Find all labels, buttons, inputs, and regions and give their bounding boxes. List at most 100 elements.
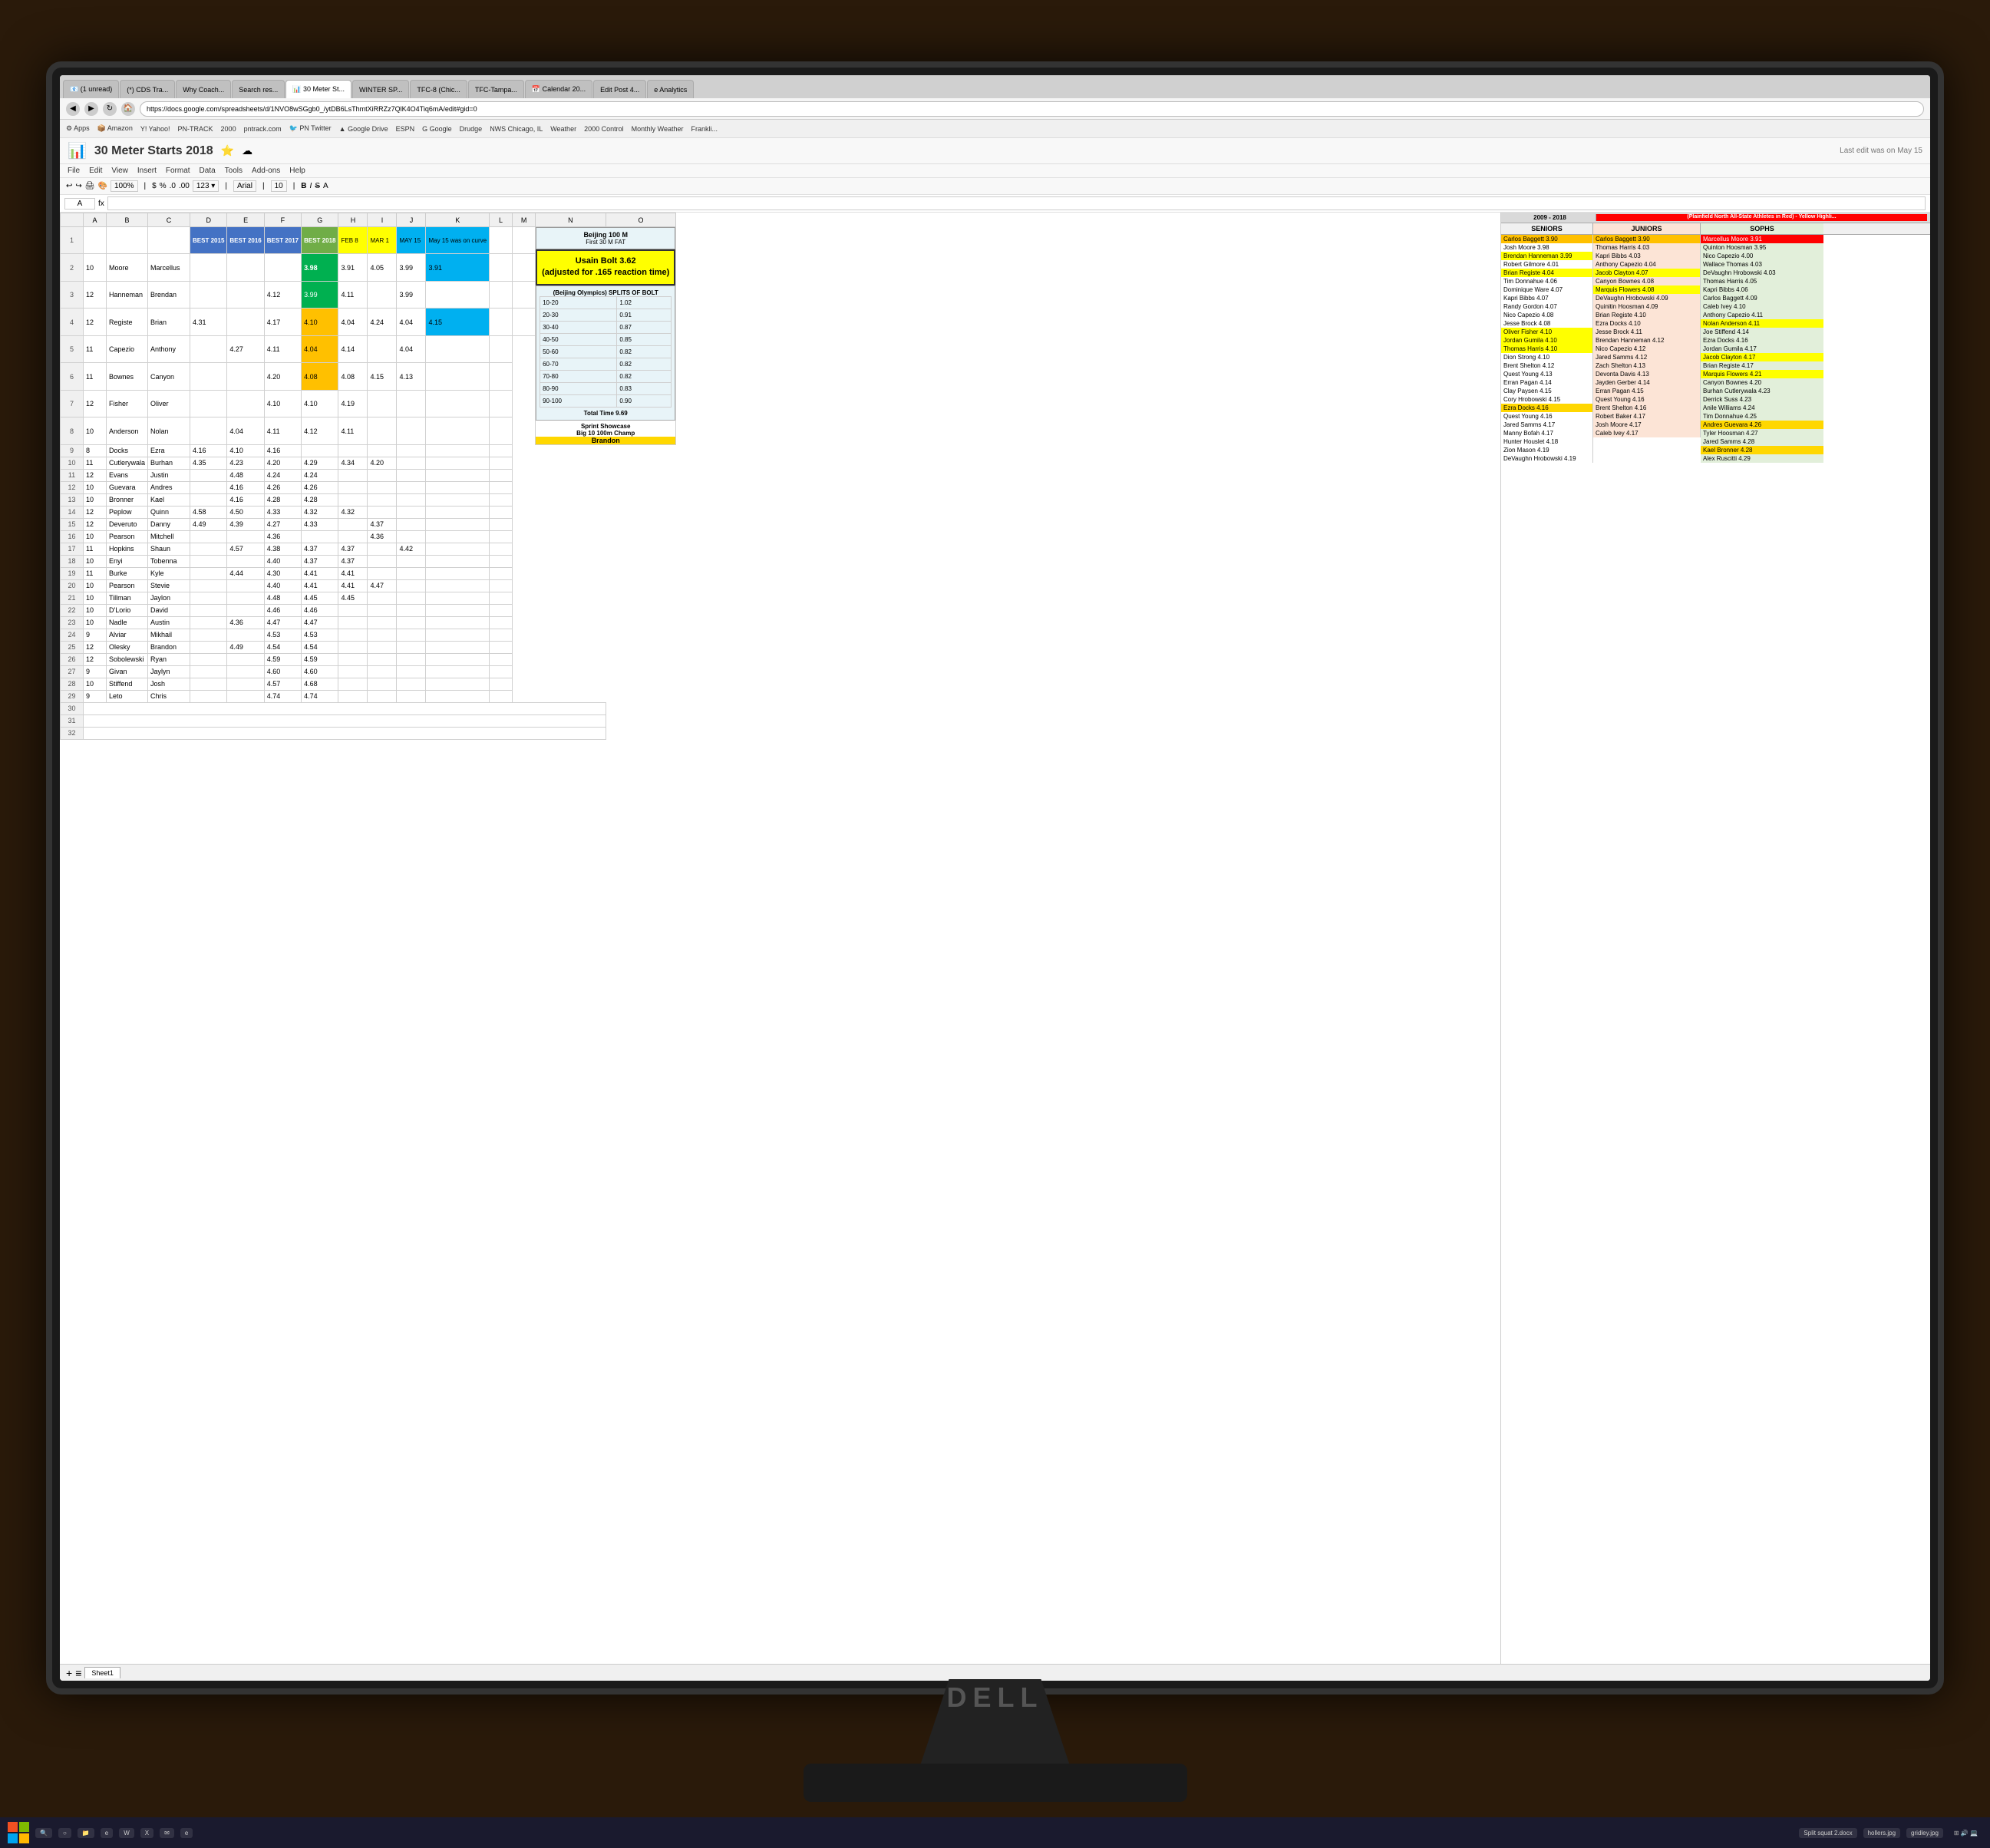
cell-m1[interactable] — [513, 227, 536, 254]
windows-start-button[interactable] — [8, 1822, 29, 1843]
tab-1[interactable]: 📧 (1 unread) — [63, 80, 119, 98]
taskbar-outlook[interactable]: ✉ — [160, 1828, 174, 1838]
bookmark-espn[interactable]: ESPN — [396, 125, 415, 133]
menu-help[interactable]: Help — [289, 167, 305, 175]
fontcolor-btn[interactable]: A — [323, 182, 328, 190]
taskbar-word[interactable]: W — [119, 1828, 134, 1838]
taskbar-cortana[interactable]: ○ — [58, 1828, 71, 1838]
col-o-header[interactable]: O — [606, 213, 676, 227]
col-n-header[interactable]: N — [536, 213, 606, 227]
taskbar-edge[interactable]: e — [101, 1828, 113, 1838]
italic-btn[interactable]: I — [310, 182, 312, 190]
tab-edit-post[interactable]: Edit Post 4... — [593, 80, 646, 98]
forward-button[interactable]: ▶ — [84, 102, 98, 116]
tab-tfc-tampa[interactable]: TFC-Tampa... — [468, 80, 524, 98]
menu-file[interactable]: File — [68, 167, 80, 175]
cell-f2[interactable] — [264, 254, 301, 281]
cell-h1[interactable]: FEB 8 — [338, 227, 368, 254]
print-icon[interactable]: 🖨 — [85, 182, 95, 190]
strikethrough-btn[interactable]: S — [315, 182, 320, 190]
font-select[interactable]: Arial — [233, 180, 256, 192]
col-j-header[interactable]: J — [397, 213, 426, 227]
tab-search[interactable]: Search res... — [232, 80, 285, 98]
col-g-header[interactable]: G — [302, 213, 338, 227]
cell-b2[interactable]: Moore — [107, 254, 148, 281]
back-button[interactable]: ◀ — [66, 102, 80, 116]
tab-spreadsheet[interactable]: 📊 30 Meter St... — [285, 80, 351, 98]
tab-tfc-chi[interactable]: TFC-8 (Chic... — [410, 80, 467, 98]
bookmark-drudge[interactable]: Drudge — [460, 125, 483, 133]
bold-btn[interactable]: B — [301, 182, 306, 190]
taskbar-doc-3[interactable]: gridley.jpg — [1906, 1828, 1943, 1838]
format-select[interactable]: 123 ▾ — [193, 180, 219, 192]
taskbar-explorer[interactable]: 📁 — [78, 1828, 94, 1838]
col-a-header[interactable]: A — [84, 213, 107, 227]
cell-k1[interactable]: May 15 was on curve — [426, 227, 490, 254]
cell-b1[interactable] — [107, 227, 148, 254]
cell-c2[interactable]: Marcellus — [148, 254, 190, 281]
cell-k2[interactable]: 3.91 — [426, 254, 490, 281]
cell-h2[interactable]: 3.91 — [338, 254, 368, 281]
cell-j1[interactable]: MAY 15 — [397, 227, 426, 254]
bookmark-google[interactable]: G Google — [422, 125, 452, 133]
taskbar-excel[interactable]: X — [140, 1828, 153, 1838]
refresh-button[interactable]: ↻ — [103, 102, 117, 116]
cell-m2[interactable] — [513, 254, 536, 281]
bookmark-amazon[interactable]: 📦 Amazon — [97, 124, 133, 133]
bookmark-pntrackcom[interactable]: pntrack.com — [244, 125, 282, 133]
cell-a2[interactable]: 10 — [84, 254, 107, 281]
bookmark-apps[interactable]: ⚙ Apps — [66, 124, 90, 133]
tab-winter[interactable]: WINTER SP... — [352, 80, 409, 98]
cell-a1[interactable] — [84, 227, 107, 254]
formula-input[interactable] — [107, 196, 1926, 210]
fontsize-select[interactable]: 10 — [271, 180, 287, 192]
cell-j2[interactable]: 3.99 — [397, 254, 426, 281]
currency-btn[interactable]: $ — [152, 182, 157, 190]
bookmark-2000control[interactable]: 2000 Control — [584, 125, 624, 133]
cell-ref[interactable]: A — [64, 198, 95, 210]
cell-d2[interactable] — [190, 254, 227, 281]
zoom-input[interactable]: 100% — [111, 180, 138, 192]
bookmark-pntwitter[interactable]: 🐦 PN Twitter — [289, 124, 332, 133]
bookmark-2000[interactable]: 2000 — [221, 125, 236, 133]
tab-analytics[interactable]: e Analytics — [647, 80, 694, 98]
bookmark-monthly-weather[interactable]: Monthly Weather — [632, 125, 684, 133]
menu-edit[interactable]: Edit — [89, 167, 102, 175]
cell-f1[interactable]: BEST 2017 — [264, 227, 301, 254]
col-c-header[interactable]: C — [148, 213, 190, 227]
cell-l2[interactable] — [490, 254, 513, 281]
col-d-header[interactable]: D — [190, 213, 227, 227]
cell-l1[interactable] — [490, 227, 513, 254]
paint-icon[interactable]: 🎨 — [97, 182, 107, 190]
taskbar-ie[interactable]: e — [180, 1828, 193, 1838]
decimal2-btn[interactable]: .00 — [179, 182, 190, 190]
col-h-header[interactable]: H — [338, 213, 368, 227]
taskbar-doc-1[interactable]: Split squat 2.docx — [1799, 1828, 1856, 1838]
redo-icon[interactable]: ↪ — [75, 182, 81, 190]
add-sheet-button[interactable]: + — [66, 1667, 72, 1679]
taskbar-doc-2[interactable]: hollers.jpg — [1863, 1828, 1900, 1838]
menu-format[interactable]: Format — [166, 167, 190, 175]
cell-d1[interactable]: BEST 2015 — [190, 227, 227, 254]
url-input[interactable]: https://docs.google.com/spreadsheets/d/1… — [140, 101, 1924, 117]
sheet-list-button[interactable]: ≡ — [75, 1667, 81, 1679]
bookmark-franklin[interactable]: Frankli... — [691, 125, 718, 133]
tab-calendar[interactable]: 📅 Calendar 20... — [525, 80, 592, 98]
col-e-header[interactable]: E — [227, 213, 264, 227]
menu-view[interactable]: View — [111, 167, 128, 175]
sheet-tab-main[interactable]: Sheet1 — [84, 1667, 120, 1678]
decimal-btn[interactable]: .0 — [170, 182, 176, 190]
col-l-header[interactable]: L — [490, 213, 513, 227]
cell-i2[interactable]: 4.05 — [368, 254, 397, 281]
cell-g2[interactable]: 3.98 — [302, 254, 338, 281]
undo-icon[interactable]: ↩ — [66, 182, 72, 190]
menu-addons[interactable]: Add-ons — [252, 167, 280, 175]
col-m-header[interactable]: M — [513, 213, 536, 227]
taskbar-search[interactable]: 🔍 — [35, 1828, 52, 1838]
cell-i1[interactable]: MAR 1 — [368, 227, 397, 254]
cell-c1[interactable] — [148, 227, 190, 254]
bookmark-pntrack[interactable]: PN-TRACK — [178, 125, 213, 133]
percent-btn[interactable]: % — [160, 182, 167, 190]
bookmark-gdrive[interactable]: ▲ Google Drive — [339, 125, 388, 133]
col-b-header[interactable]: B — [107, 213, 148, 227]
